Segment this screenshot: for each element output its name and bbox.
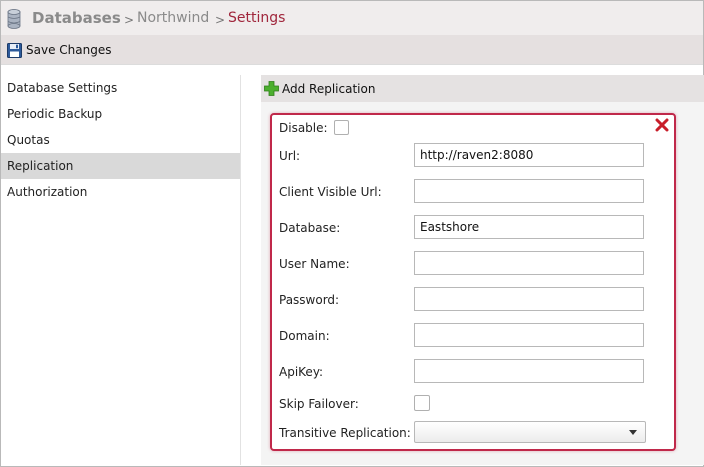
save-changes-label: Save Changes: [26, 43, 112, 57]
sidebar-item-database-settings[interactable]: Database Settings: [1, 75, 240, 101]
skip-failover-label-wrap: Skip Failover:: [279, 397, 359, 411]
toolbar: Save Changes: [1, 35, 703, 65]
floppy-disk-icon: [7, 42, 22, 58]
username-input[interactable]: [414, 251, 644, 275]
database-label: Database:: [279, 221, 341, 235]
password-input[interactable]: [414, 287, 644, 311]
disable-row: Disable:: [279, 120, 349, 135]
close-icon[interactable]: [655, 118, 669, 132]
domain-input[interactable]: [414, 323, 644, 347]
sidebar-item-replication[interactable]: Replication: [1, 153, 240, 179]
apikey-label: ApiKey:: [279, 365, 324, 379]
username-label: User Name:: [279, 257, 350, 271]
sidebar-item-quotas[interactable]: Quotas: [1, 127, 240, 153]
password-label-wrap: Password:: [279, 293, 339, 307]
transitive-replication-select[interactable]: [414, 421, 646, 443]
replication-destination-panel: Disable: Url: Client Visible Url: Databa…: [270, 113, 676, 451]
sidebar-item-periodic-backup[interactable]: Periodic Backup: [1, 101, 240, 127]
breadcrumb-separator: >: [215, 13, 226, 27]
username-label-wrap: User Name:: [279, 257, 350, 271]
password-label: Password:: [279, 293, 340, 307]
url-input[interactable]: [414, 143, 644, 167]
chevron-down-icon: [629, 430, 637, 435]
add-replication-button[interactable]: Add Replication: [264, 81, 375, 96]
apikey-input[interactable]: [414, 359, 644, 383]
plus-icon: [264, 81, 279, 96]
replication-content: Add Replication Disable: Url: Client Vis…: [261, 75, 704, 465]
settings-sidebar: Database Settings Periodic Backup Quotas…: [1, 75, 241, 465]
client-visible-url-label: Client Visible Url:: [279, 185, 382, 199]
url-label: Url:: [279, 149, 301, 163]
transitive-replication-label: Transitive Replication:: [279, 426, 411, 440]
breadcrumb-separator: >: [124, 13, 135, 27]
skip-failover-checkbox[interactable]: [414, 395, 430, 411]
skip-failover-label: Skip Failover:: [279, 397, 359, 411]
domain-label-wrap: Domain:: [279, 329, 330, 343]
breadcrumb-database-name[interactable]: Northwind: [137, 10, 209, 26]
database-input[interactable]: [414, 215, 644, 239]
apikey-label-wrap: ApiKey:: [279, 365, 323, 379]
url-label-wrap: Url:: [279, 149, 300, 163]
domain-label: Domain:: [279, 329, 330, 343]
transitive-label-wrap: Transitive Replication:: [279, 426, 411, 440]
client-visible-url-label-wrap: Client Visible Url:: [279, 185, 382, 199]
save-changes-button[interactable]: Save Changes: [7, 42, 111, 58]
disable-label: Disable:: [279, 120, 328, 135]
database-label-wrap: Database:: [279, 221, 340, 235]
client-visible-url-input[interactable]: [414, 179, 644, 203]
add-replication-label: Add Replication: [282, 81, 376, 96]
breadcrumb-current: Settings: [228, 10, 286, 26]
database-icon: [7, 9, 21, 29]
sidebar-item-authorization[interactable]: Authorization: [1, 179, 240, 205]
breadcrumb-databases[interactable]: Databases: [32, 9, 121, 27]
disable-checkbox[interactable]: [333, 120, 349, 135]
breadcrumb: Databases > Northwind > Settings: [1, 1, 703, 35]
replication-toolbar: Add Replication: [261, 75, 704, 102]
